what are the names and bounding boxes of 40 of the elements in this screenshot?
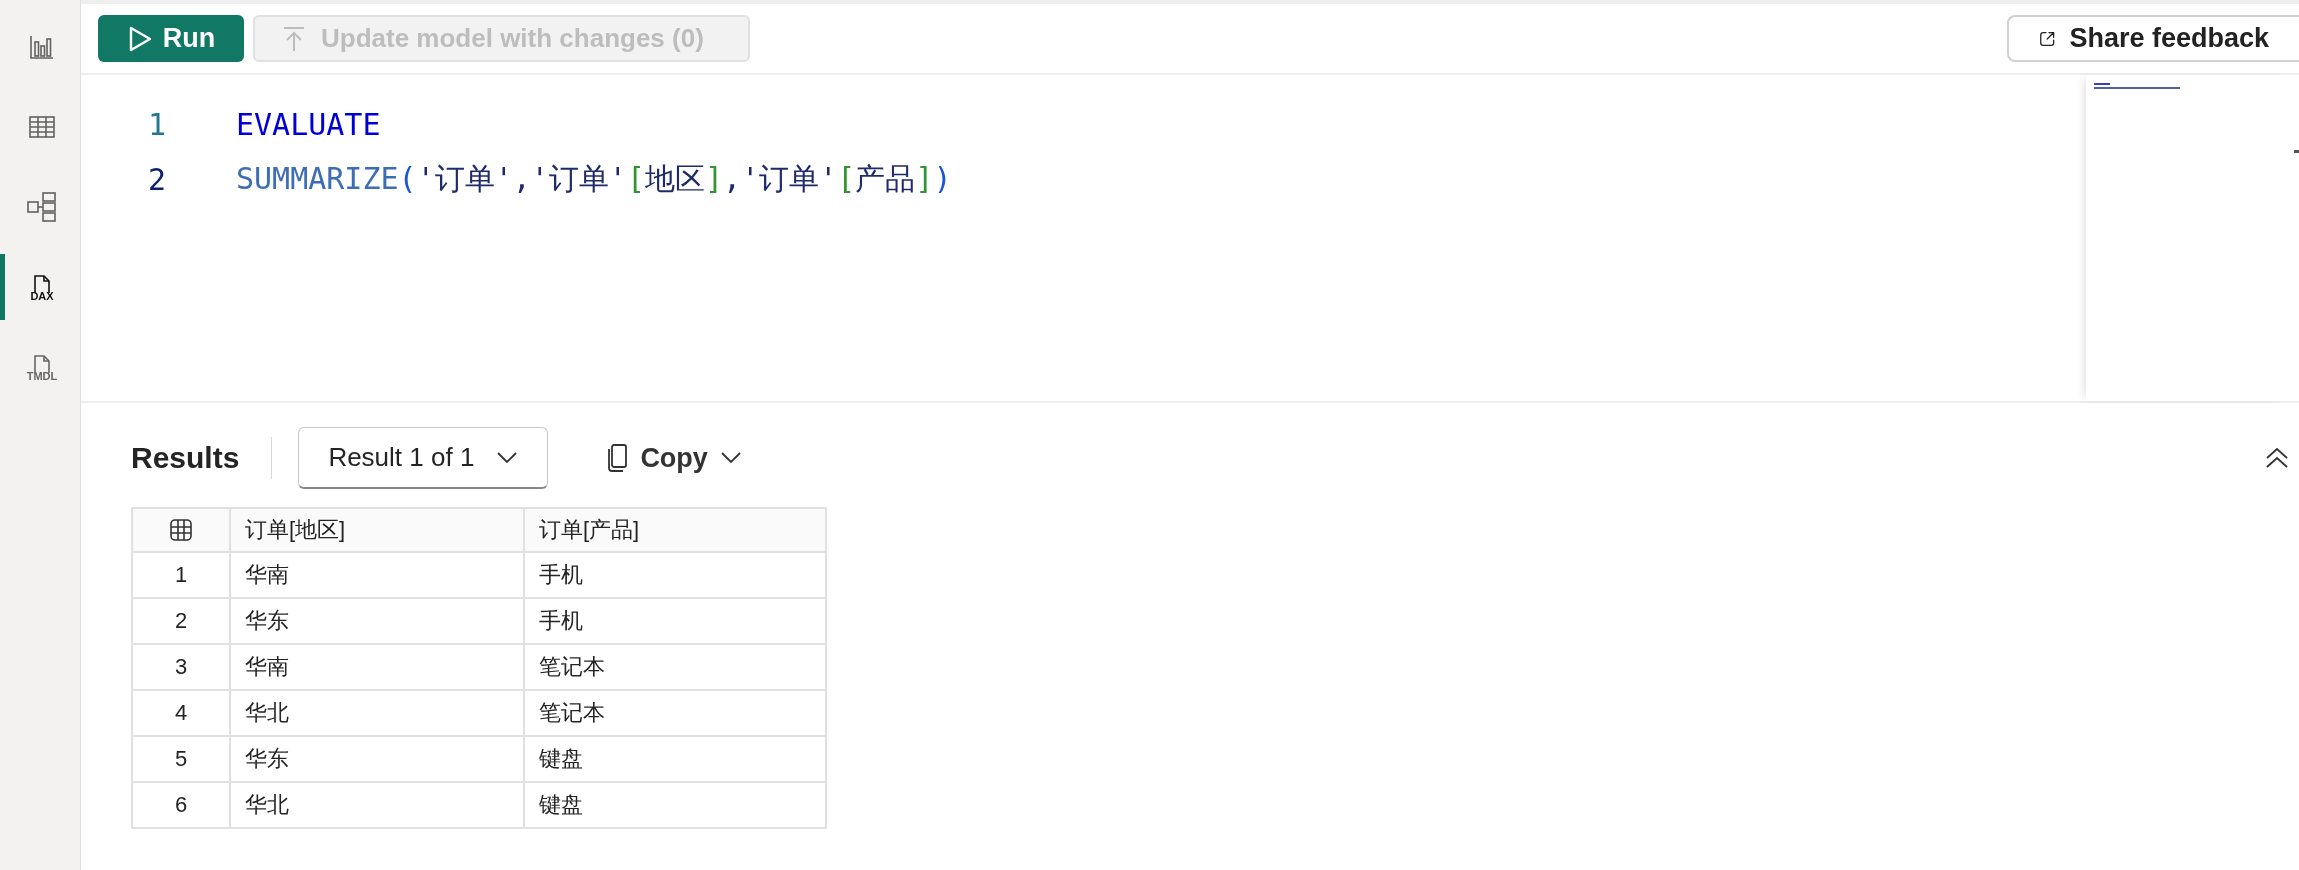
model-icon	[25, 190, 59, 224]
run-button[interactable]: Run	[98, 15, 244, 62]
sidebar-item[interactable]: TMDL	[0, 334, 79, 400]
upload-arrow-icon	[281, 24, 307, 53]
table-cell: 华北	[230, 782, 524, 828]
chevron-down-icon	[719, 451, 742, 465]
line-number: 1	[146, 107, 166, 142]
copy-button[interactable]: Copy	[600, 441, 748, 475]
table-cell: 华东	[230, 736, 524, 782]
row-number: 6	[132, 782, 230, 828]
row-number: 4	[132, 690, 230, 736]
table-cell: 键盘	[524, 782, 826, 828]
column-header: 订单[地区]	[230, 508, 524, 552]
table-cell: 键盘	[524, 736, 826, 782]
table-icon	[169, 518, 193, 542]
table-cell: 华南	[230, 552, 524, 598]
row-number: 3	[132, 644, 230, 690]
table-cell: 手机	[524, 598, 826, 644]
copy-icon	[606, 443, 629, 473]
code-line: SUMMARIZE('订单','订单'[地区],'订单'[产品])	[236, 160, 952, 198]
row-number: 1	[132, 552, 230, 598]
file-type-label: TMDL	[26, 370, 58, 382]
table-cell: 华北	[230, 690, 524, 736]
row-number: 5	[132, 736, 230, 782]
table-cell: 华南	[230, 644, 524, 690]
line-number: 2	[146, 162, 166, 197]
table-cell: 手机	[524, 552, 826, 598]
file-type-label: DAX	[30, 290, 54, 302]
code-line: EVALUATE	[236, 107, 381, 142]
column-header: 订单[产品]	[524, 508, 826, 552]
table-cell: 华东	[230, 598, 524, 644]
chevron-down-icon	[496, 450, 519, 465]
row-number: 2	[132, 598, 230, 644]
results-title: Results	[131, 441, 240, 475]
table-cell: 笔记本	[524, 690, 826, 736]
collapse-icon[interactable]	[2265, 447, 2289, 469]
share-feedback-button[interactable]: Share feedback	[2007, 15, 2299, 62]
result-dropdown[interactable]: Result 1 of 1	[298, 427, 549, 489]
table-cell: 笔记本	[524, 644, 826, 690]
sidebar-item[interactable]: DAX	[0, 254, 79, 320]
